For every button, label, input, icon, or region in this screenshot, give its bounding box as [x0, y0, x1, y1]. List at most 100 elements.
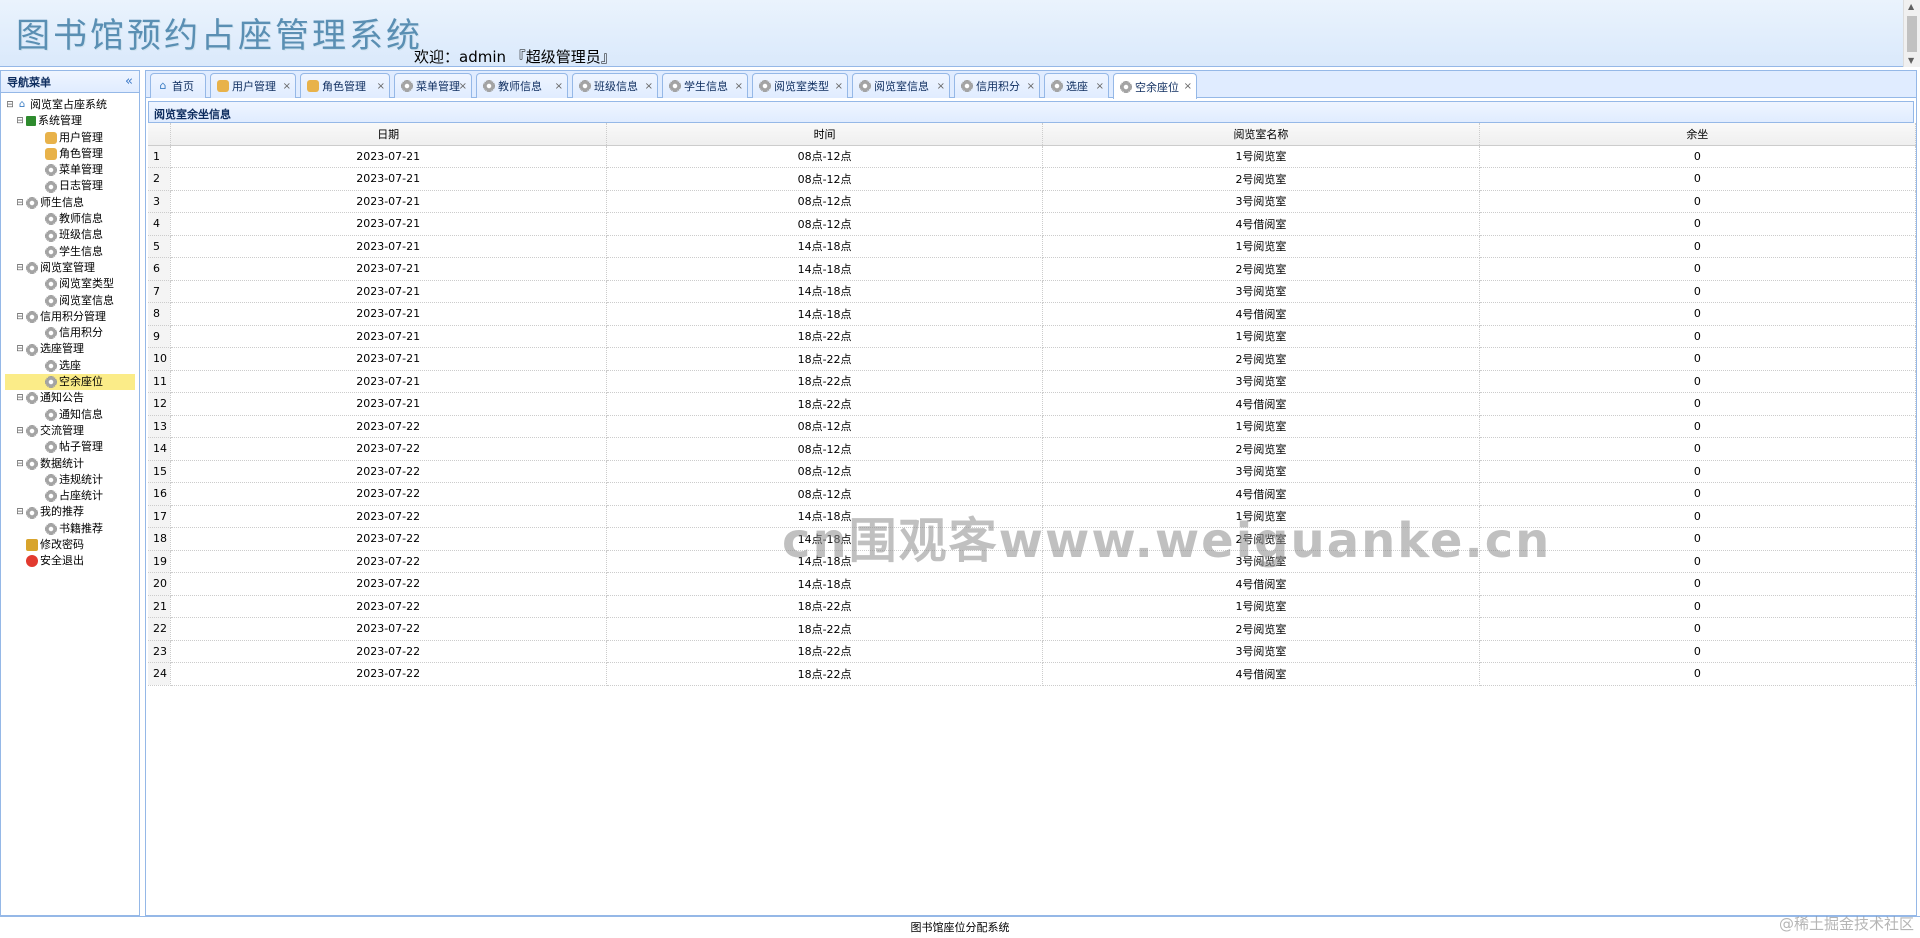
table-row[interactable]: 10 2023-07-21 18点-22点 2号阅览室 0 [148, 347, 1917, 371]
nav-item[interactable]: ⊟ 选座管理 [5, 341, 139, 357]
tab[interactable]: 角色管理 × [300, 73, 390, 98]
cell-room: 1号阅览室 [1042, 145, 1480, 168]
column-header-room[interactable]: 阅览室名称 [1042, 123, 1480, 146]
nav-item[interactable]: 选座 [5, 358, 139, 374]
nav-item[interactable]: 阅览室信息 [5, 293, 139, 309]
table-row[interactable]: 20 2023-07-22 14点-18点 4号借阅室 0 [148, 572, 1917, 596]
table-row[interactable]: 18 2023-07-22 14点-18点 2号阅览室 0 [148, 527, 1917, 551]
expand-toggle-icon[interactable]: ⊟ [15, 309, 25, 325]
table-row[interactable]: 16 2023-07-22 08点-12点 4号借阅室 0 [148, 482, 1917, 506]
tab[interactable]: 菜单管理 × [394, 73, 472, 98]
scroll-down-icon[interactable]: ▼ [1908, 56, 1914, 65]
table-row[interactable]: 9 2023-07-21 18点-22点 1号阅览室 0 [148, 325, 1917, 348]
scroll-thumb[interactable] [1907, 16, 1917, 52]
column-header-free-seats[interactable]: 余坐 [1479, 123, 1917, 146]
close-tab-icon[interactable]: × [937, 81, 945, 92]
table-row[interactable]: 24 2023-07-22 18点-22点 4号借阅室 0 [148, 662, 1917, 686]
expand-toggle-icon[interactable]: ⊟ [15, 390, 25, 406]
nav-item[interactable]: 空余座位 [5, 374, 135, 391]
expand-toggle-icon[interactable]: ⊟ [15, 195, 25, 211]
tab[interactable]: ⌂ 首页 [150, 73, 206, 98]
table-row[interactable]: 22 2023-07-22 18点-22点 2号阅览室 0 [148, 617, 1917, 641]
nav-item[interactable]: 修改密码 [5, 537, 139, 553]
nav-item[interactable]: 信用积分 [5, 325, 139, 341]
collapse-sidebar-icon[interactable]: « [125, 74, 133, 89]
table-row[interactable]: 11 2023-07-21 18点-22点 3号阅览室 0 [148, 370, 1917, 393]
table-row[interactable]: 7 2023-07-21 14点-18点 3号阅览室 0 [148, 280, 1917, 303]
close-tab-icon[interactable]: × [645, 81, 653, 92]
expand-toggle-icon[interactable]: ⊟ [15, 113, 25, 129]
nav-item[interactable]: 日志管理 [5, 178, 139, 194]
tab[interactable]: 空余座位 × [1113, 73, 1197, 99]
nav-item[interactable]: ⊟ 我的推荐 [5, 504, 139, 520]
nav-item[interactable]: 阅览室类型 [5, 276, 139, 292]
nav-item[interactable]: 违规统计 [5, 472, 139, 488]
expand-toggle-icon[interactable]: ⊟ [15, 260, 25, 276]
nav-item[interactable]: 通知信息 [5, 407, 139, 423]
nav-item[interactable]: 角色管理 [5, 146, 139, 162]
nav-item[interactable]: ⊟ 交流管理 [5, 423, 139, 439]
table-row[interactable]: 3 2023-07-21 08点-12点 3号阅览室 0 [148, 190, 1917, 213]
close-tab-icon[interactable]: × [735, 81, 743, 92]
close-tab-icon[interactable]: × [1027, 81, 1035, 92]
scroll-up-icon[interactable]: ▲ [1908, 2, 1914, 11]
nav-item[interactable]: 菜单管理 [5, 162, 139, 178]
nav-item[interactable]: 用户管理 [5, 130, 139, 146]
close-tab-icon[interactable]: × [1184, 81, 1192, 92]
nav-item[interactable]: 安全退出 [5, 553, 139, 569]
tab[interactable]: 信用积分 × [954, 73, 1040, 98]
table-row[interactable]: 1 2023-07-21 08点-12点 1号阅览室 0 [148, 145, 1917, 168]
table-row[interactable]: 21 2023-07-22 18点-22点 1号阅览室 0 [148, 595, 1917, 618]
tab[interactable]: 班级信息 × [572, 73, 658, 98]
nav-item[interactable]: 班级信息 [5, 227, 139, 243]
table-row[interactable]: 23 2023-07-22 18点-22点 3号阅览室 0 [148, 640, 1917, 663]
table-row[interactable]: 15 2023-07-22 08点-12点 3号阅览室 0 [148, 460, 1917, 483]
nav-item[interactable]: 书籍推荐 [5, 521, 139, 537]
table-row[interactable]: 19 2023-07-22 14点-18点 3号阅览室 0 [148, 550, 1917, 573]
table-row[interactable]: 5 2023-07-21 14点-18点 1号阅览室 0 [148, 235, 1917, 258]
expand-toggle-icon[interactable]: ⊟ [15, 504, 25, 520]
nav-item[interactable]: 占座统计 [5, 488, 139, 504]
table-row[interactable]: 4 2023-07-21 08点-12点 4号借阅室 0 [148, 212, 1917, 236]
close-tab-icon[interactable]: × [283, 81, 291, 92]
expand-toggle-icon[interactable]: ⊟ [5, 97, 15, 113]
tab[interactable]: 阅览室类型 × [752, 73, 848, 98]
nav-item[interactable]: ⊟ 阅览室管理 [5, 260, 139, 276]
expand-toggle-icon[interactable]: ⊟ [15, 341, 25, 357]
nav-item[interactable]: ⊟ 信用积分管理 [5, 309, 139, 325]
nav-item[interactable]: 学生信息 [5, 244, 139, 260]
nav-item[interactable]: ⊟ ⌂ 阅览室占座系统 [5, 97, 139, 113]
table-row[interactable]: 17 2023-07-22 14点-18点 1号阅览室 0 [148, 505, 1917, 528]
tab[interactable]: 用户管理 × [210, 73, 296, 98]
table-row[interactable]: 8 2023-07-21 14点-18点 4号借阅室 0 [148, 302, 1917, 326]
nav-item[interactable]: ⊟ 系统管理 [5, 113, 139, 129]
nav-item[interactable]: 教师信息 [5, 211, 139, 227]
header-scrollbar[interactable]: ▲ ▼ [1903, 0, 1920, 67]
close-tab-icon[interactable]: × [835, 81, 843, 92]
row-number: 1 [148, 145, 171, 168]
nav-item[interactable]: 帖子管理 [5, 439, 139, 455]
tab[interactable]: 选座 × [1044, 73, 1109, 98]
nav-item[interactable]: ⊟ 师生信息 [5, 195, 139, 211]
cell-time: 18点-22点 [606, 370, 1044, 393]
tab[interactable]: 学生信息 × [662, 73, 748, 98]
close-tab-icon[interactable]: × [1096, 81, 1104, 92]
column-header-date[interactable]: 日期 [170, 123, 607, 146]
tab[interactable]: 阅览室信息 × [852, 73, 950, 98]
table-row[interactable]: 13 2023-07-22 08点-12点 1号阅览室 0 [148, 415, 1917, 438]
table-row[interactable]: 14 2023-07-22 08点-12点 2号阅览室 0 [148, 437, 1917, 461]
expand-toggle-icon[interactable]: ⊟ [15, 456, 25, 472]
gear-icon [26, 392, 38, 405]
close-tab-icon[interactable]: × [377, 81, 385, 92]
close-tab-icon[interactable]: × [555, 81, 563, 92]
cell-room: 2号阅览室 [1042, 257, 1480, 281]
close-tab-icon[interactable]: × [459, 81, 467, 92]
table-row[interactable]: 2 2023-07-21 08点-12点 2号阅览室 0 [148, 167, 1917, 191]
table-row[interactable]: 12 2023-07-21 18点-22点 4号借阅室 0 [148, 392, 1917, 416]
tab[interactable]: 教师信息 × [476, 73, 568, 98]
column-header-time[interactable]: 时间 [606, 123, 1044, 146]
expand-toggle-icon[interactable]: ⊟ [15, 423, 25, 439]
nav-item[interactable]: ⊟ 通知公告 [5, 390, 139, 406]
table-row[interactable]: 6 2023-07-21 14点-18点 2号阅览室 0 [148, 257, 1917, 281]
nav-item[interactable]: ⊟ 数据统计 [5, 456, 139, 472]
